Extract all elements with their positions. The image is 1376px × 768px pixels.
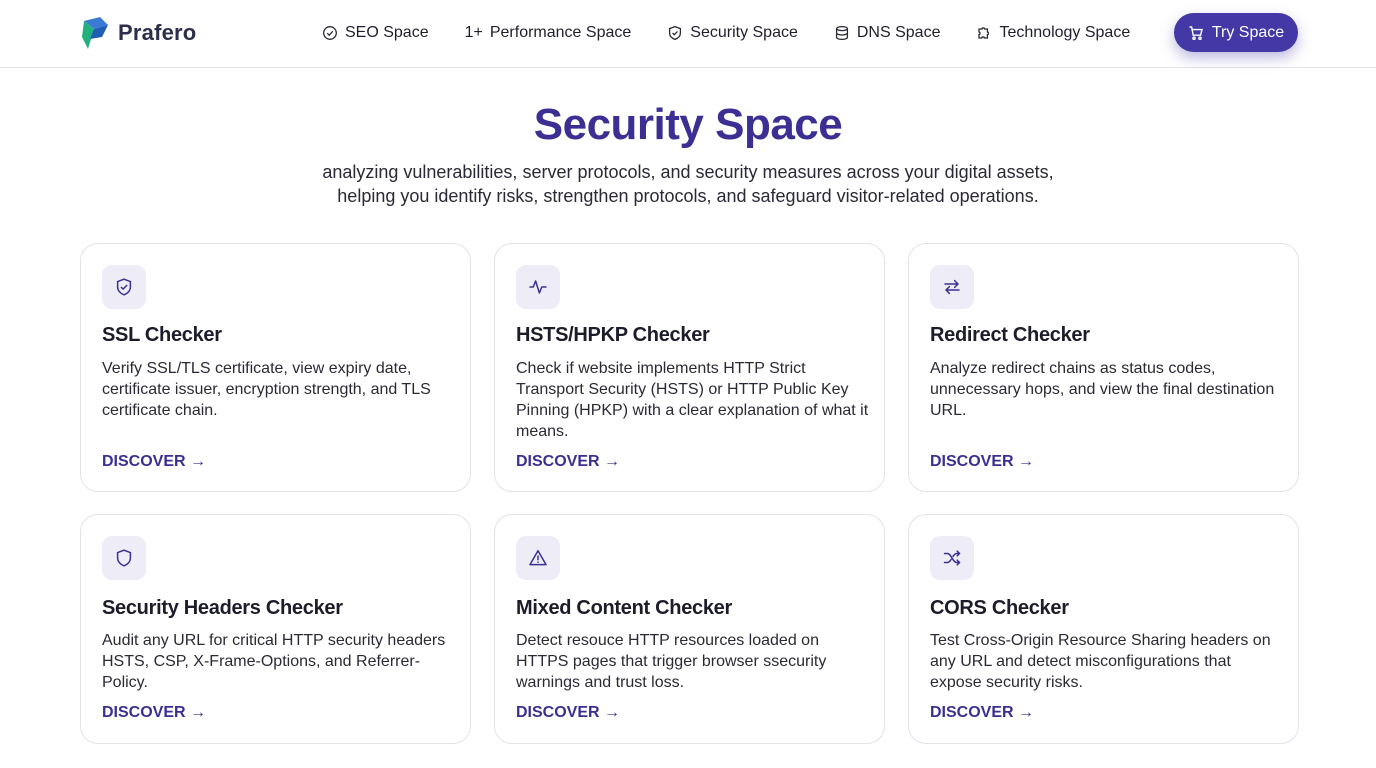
nav-security-space[interactable]: Security Space: [667, 24, 798, 42]
card-ssl-checker[interactable]: SSL Checker Verify SSL/TLS certificate, …: [80, 243, 471, 492]
try-space-button[interactable]: Try Space: [1174, 13, 1298, 52]
card-description: Detect resouce HTTP resources loaded on …: [516, 632, 827, 691]
nav-security-label: Security Space: [690, 24, 798, 41]
page-subtitle: analyzing vulnerabilities, server protoc…: [322, 162, 1054, 206]
card-description: Verify SSL/TLS certificate, view expiry …: [102, 360, 431, 419]
arrows-exchange-icon: [930, 265, 974, 309]
database-icon: [834, 25, 850, 41]
activity-icon: [516, 265, 560, 309]
discover-link[interactable]: DISCOVER →: [516, 453, 620, 471]
nav-performance-label: Performance Space: [489, 24, 632, 41]
nav-seo-label: SEO Space: [345, 24, 429, 41]
discover-link[interactable]: DISCOVER →: [930, 704, 1034, 722]
page-title: Security Space: [533, 100, 843, 149]
card-title: HSTS/HPKP Checker: [516, 324, 710, 346]
cart-icon: [1189, 25, 1203, 40]
discover-link[interactable]: DISCOVER →: [102, 704, 206, 722]
brand-name: Prafero: [118, 20, 197, 45]
card-cors-checker[interactable]: CORS Checker Test Cross-Origin Resource …: [908, 514, 1299, 744]
shuffle-icon: [930, 536, 974, 580]
nav-seo-space[interactable]: SEO Space: [322, 24, 429, 42]
nav-technology-space[interactable]: Technology Space: [976, 24, 1130, 42]
nav-performance-space[interactable]: 1+ Performance Space: [465, 24, 632, 42]
discover-link[interactable]: DISCOVER →: [516, 704, 620, 722]
discover-link[interactable]: DISCOVER →: [930, 453, 1034, 471]
warning-triangle-icon: [516, 536, 560, 580]
card-title: Mixed Content Checker: [516, 597, 732, 619]
card-hsts-hpkp-checker[interactable]: HSTS/HPKP Checker Check if website imple…: [494, 243, 885, 492]
shield-icon: [102, 536, 146, 580]
nav-performance-prefix: 1+: [464, 24, 483, 41]
nav-dns-label: DNS Space: [856, 24, 941, 41]
card-security-headers-checker[interactable]: Security Headers Checker Audit any URL f…: [80, 514, 471, 744]
shield-check-icon: [102, 265, 146, 309]
check-circle-icon: [322, 25, 338, 41]
puzzle-icon: [976, 25, 992, 41]
card-description: Audit any URL for critical HTTP security…: [102, 632, 446, 691]
try-space-label: Try Space: [1211, 23, 1285, 41]
discover-link[interactable]: DISCOVER →: [102, 453, 206, 471]
nav-dns-space[interactable]: DNS Space: [834, 24, 941, 42]
card-description: Check if website implements HTTP Strict …: [516, 360, 869, 440]
shield-check-icon: [667, 25, 683, 41]
card-mixed-content-checker[interactable]: Mixed Content Checker Detect resouce HTT…: [494, 514, 885, 744]
card-title: Security Headers Checker: [102, 597, 343, 619]
card-title: CORS Checker: [930, 597, 1069, 619]
card-title: SSL Checker: [102, 324, 222, 346]
card-description: Analyze redirect chains as status codes,…: [930, 360, 1275, 419]
prafero-logo-icon: [82, 17, 108, 49]
card-title: Redirect Checker: [930, 324, 1090, 346]
card-description: Test Cross-Origin Resource Sharing heade…: [930, 632, 1271, 691]
brand-logo[interactable]: Prafero: [80, 14, 196, 52]
main-nav: SEO Space 1+ Performance Space Security …: [322, 20, 1130, 46]
card-redirect-checker[interactable]: Redirect Checker Analyze redirect chains…: [908, 243, 1299, 492]
nav-technology-label: Technology Space: [999, 24, 1131, 41]
top-navigation-bar: Prafero SEO Space 1+ Performance Space S…: [0, 0, 1376, 68]
